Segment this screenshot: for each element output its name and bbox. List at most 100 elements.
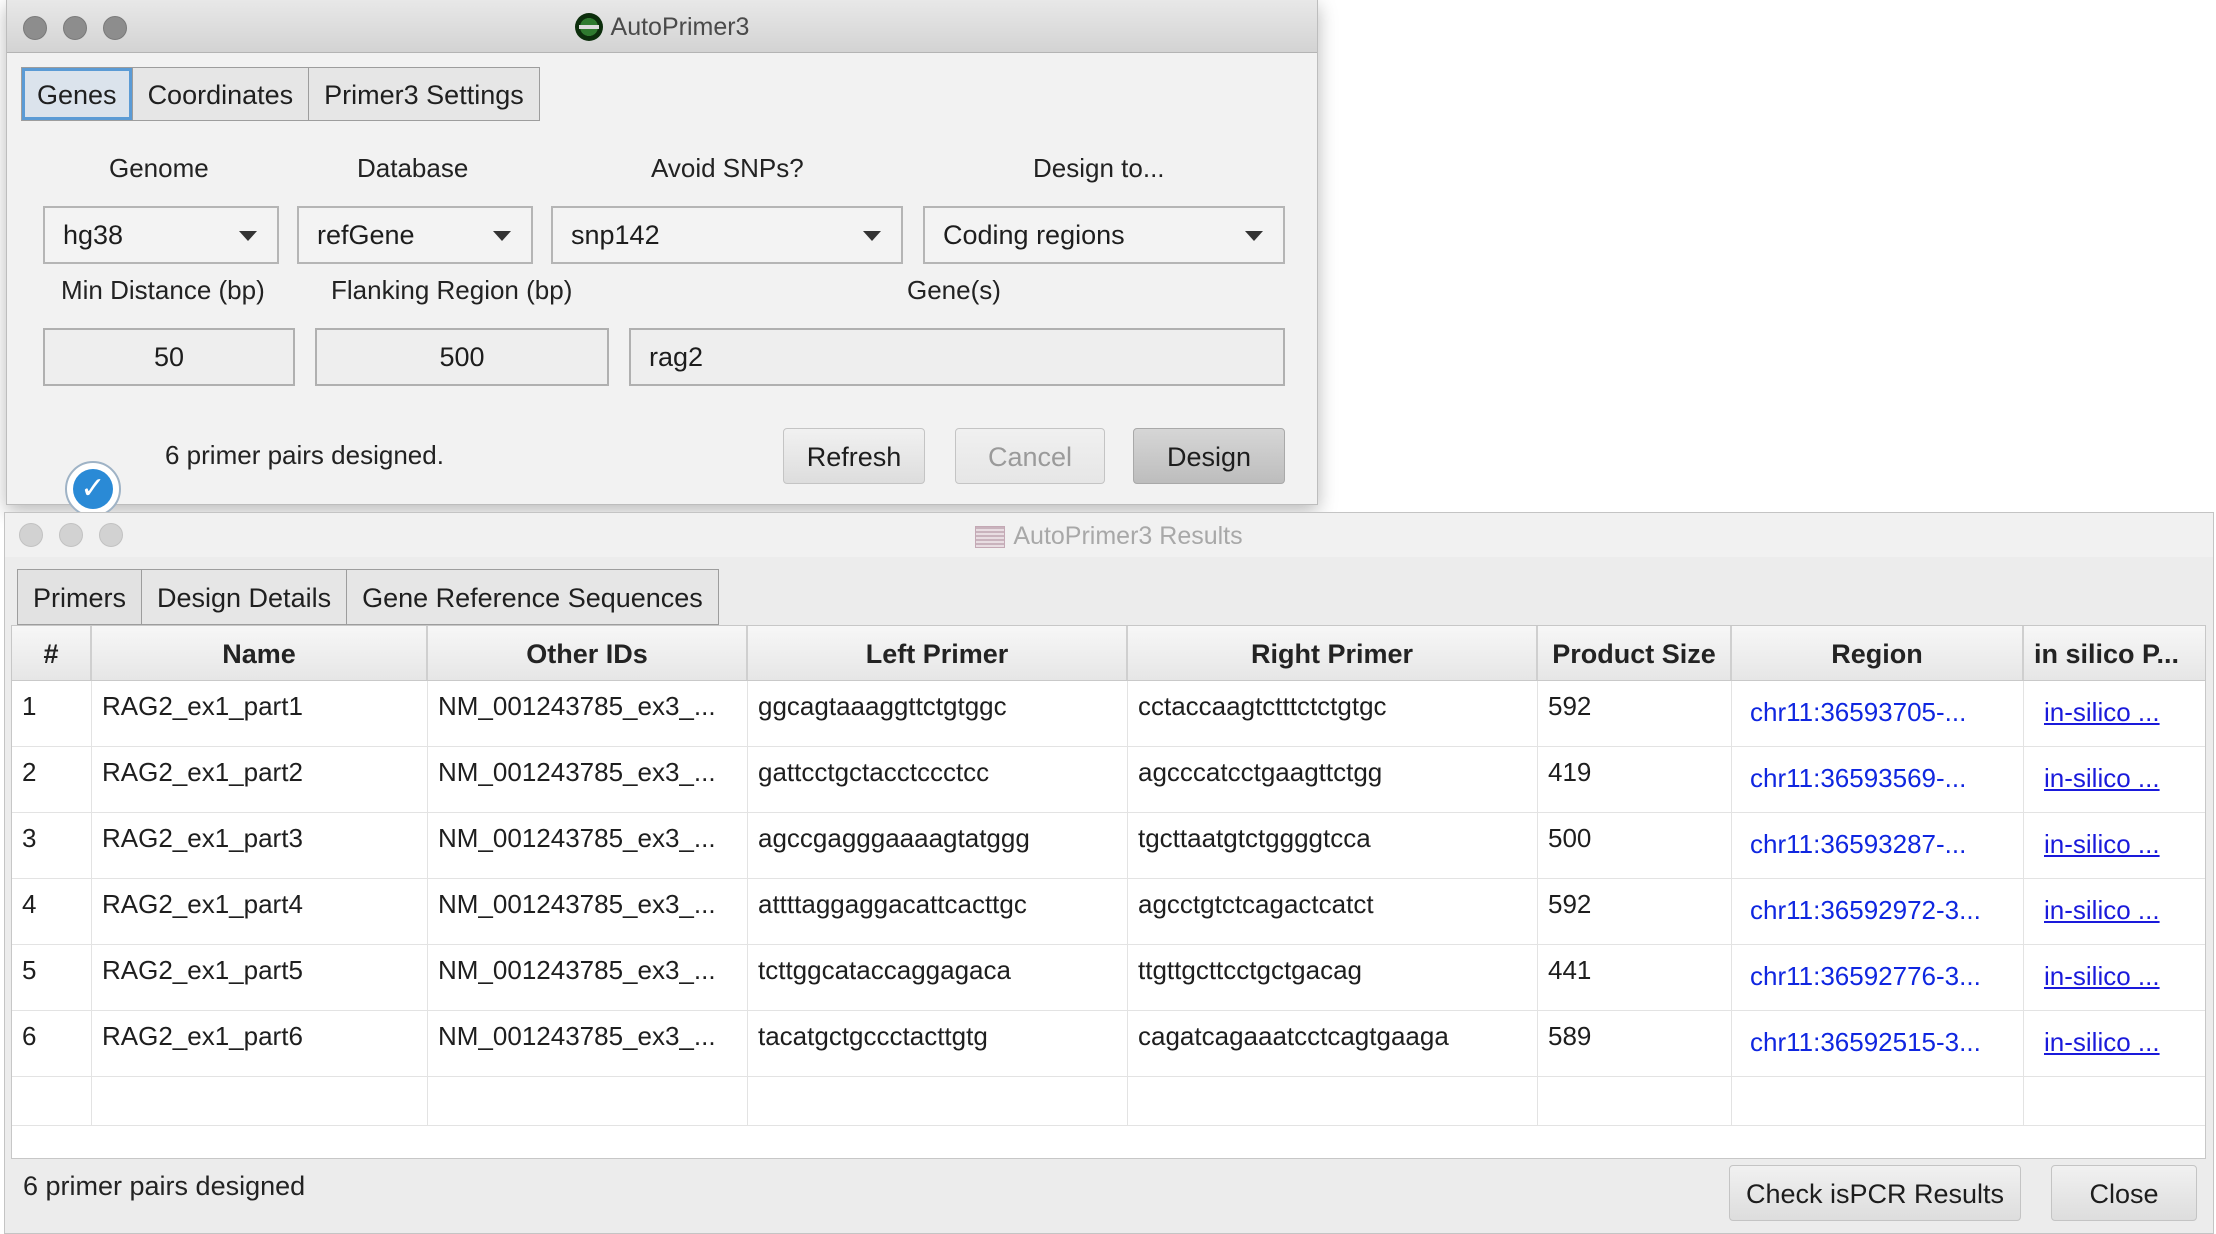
tab-gene-reference-sequences[interactable]: Gene Reference Sequences [347, 569, 719, 625]
tab-bar: Genes Coordinates Primer3 Settings [21, 67, 540, 121]
results-window: AutoPrimer3 Results Primers Design Detai… [4, 512, 2214, 1234]
status-indicator: ✓ [65, 461, 121, 517]
table-row[interactable]: 6 RAG2_ex1_part6 NM_001243785_ex3_... tacat… [12, 1011, 2205, 1077]
column-header-name[interactable]: Name [92, 626, 428, 680]
column-header-right-primer[interactable]: Right Primer [1128, 626, 1538, 680]
cell-product-size: 592 [1538, 681, 1732, 747]
check-ispcr-results-button[interactable]: Check isPCR Results [1729, 1165, 2021, 1221]
checkmark-icon: ✓ [73, 469, 113, 509]
window-title: AutoPrimer3 [7, 0, 1317, 52]
window-body: Genes Coordinates Primer3 Settings Genom… [7, 53, 1317, 517]
cell-product-size: 419 [1538, 747, 1732, 813]
cell-right-primer: cctaccaagtctttctctgtgc [1128, 681, 1538, 747]
avoid-snps-label: Avoid SNPs? [651, 153, 804, 183]
table-row[interactable]: 1 RAG2_ex1_part1 NM_001243785_ex3_... ggcag… [12, 681, 2205, 747]
min-distance-label: Min Distance (bp) [61, 275, 265, 305]
cell-region-link[interactable]: chr11:36593569-... [1732, 747, 2024, 813]
cell-number: 6 [12, 1011, 92, 1077]
cell-name: RAG2_ex1_part5 [92, 945, 428, 1011]
column-header-other-ids[interactable]: Other IDs [428, 626, 748, 680]
cell-in-silico-link[interactable]: in-silico ... [2024, 747, 2205, 813]
column-header-left-primer[interactable]: Left Primer [748, 626, 1128, 680]
genome-select-value: hg38 [63, 220, 124, 250]
cell-product-size: 589 [1538, 1011, 1732, 1077]
tab-primer3-settings[interactable]: Primer3 Settings [309, 67, 540, 121]
cell-region-link[interactable]: chr11:36593287-... [1732, 813, 2024, 879]
cell-region-link[interactable]: chr11:36592515-3... [1732, 1011, 2024, 1077]
database-select[interactable]: refGene [297, 206, 533, 264]
cell-left-primer: gattcctgctacctccctcc [748, 747, 1128, 813]
table-row[interactable]: 5 RAG2_ex1_part5 NM_001243785_ex3_... tcttg… [12, 945, 2205, 1011]
cell-region-link[interactable]: chr11:36592972-3... [1732, 879, 2024, 945]
cell-name: RAG2_ex1_part6 [92, 1011, 428, 1077]
column-header-product-size[interactable]: Product Size [1538, 626, 1732, 680]
genome-select[interactable]: hg38 [43, 206, 279, 264]
autoprimer3-window: AutoPrimer3 Genes Coordinates Primer3 Se… [6, 0, 1318, 517]
snp-select-value: snp142 [571, 220, 660, 250]
empty-cell [748, 1076, 1128, 1126]
window-title-text: AutoPrimer3 [610, 13, 750, 41]
cell-other-ids: NM_001243785_ex3_... [428, 681, 748, 747]
genes-input[interactable]: rag2 [629, 328, 1285, 386]
results-tab-bar: Primers Design Details Gene Reference Se… [17, 569, 719, 625]
cancel-button[interactable]: Cancel [955, 428, 1105, 484]
cell-right-primer: agcctgtctcagactcatct [1128, 879, 1538, 945]
cell-right-primer: agcccatcctgaagttctgg [1128, 747, 1538, 813]
primers-table: # Name Other IDs Left Primer Right Prime… [11, 625, 2206, 1159]
genes-label: Gene(s) [907, 275, 1001, 305]
cell-left-primer: tacatgctgccctacttgtg [748, 1011, 1128, 1077]
cell-product-size: 592 [1538, 879, 1732, 945]
tab-design-details[interactable]: Design Details [142, 569, 348, 625]
cell-region-link[interactable]: chr11:36592776-3... [1732, 945, 2024, 1011]
empty-cell [1538, 1076, 1732, 1126]
cell-name: RAG2_ex1_part3 [92, 813, 428, 879]
tab-coordinates[interactable]: Coordinates [132, 67, 310, 121]
chevron-down-icon [863, 231, 881, 241]
flanking-region-input[interactable]: 500 [315, 328, 609, 386]
column-header-number[interactable]: # [12, 626, 92, 680]
cell-number: 4 [12, 879, 92, 945]
cell-number: 1 [12, 681, 92, 747]
empty-cell [92, 1076, 428, 1126]
autoprimer3-app-icon [574, 13, 603, 41]
design-button[interactable]: Design [1133, 428, 1285, 484]
cell-number: 5 [12, 945, 92, 1011]
cell-product-size: 500 [1538, 813, 1732, 879]
cell-in-silico-link[interactable]: in-silico ... [2024, 1011, 2205, 1077]
results-status-text: 6 primer pairs designed [23, 1171, 306, 1201]
empty-cell [12, 1076, 92, 1126]
table-row[interactable]: 3 RAG2_ex1_part3 NM_001243785_ex3_... agccg… [12, 813, 2205, 879]
results-title-bar: AutoPrimer3 Results [5, 513, 2213, 557]
table-row[interactable]: 4 RAG2_ex1_part4 NM_001243785_ex3_... atttt… [12, 879, 2205, 945]
min-distance-input[interactable]: 50 [43, 328, 295, 386]
cell-left-primer: ggcagtaaaggttctgtggc [748, 681, 1128, 747]
cell-name: RAG2_ex1_part2 [92, 747, 428, 813]
refresh-button[interactable]: Refresh [783, 428, 925, 484]
tab-primers[interactable]: Primers [17, 569, 142, 625]
empty-cell [1128, 1076, 1538, 1126]
table-row[interactable]: 2 RAG2_ex1_part2 NM_001243785_ex3_... gattc… [12, 747, 2205, 813]
results-window-title: AutoPrimer3 Results [5, 513, 2213, 557]
column-header-region[interactable]: Region [1732, 626, 2024, 680]
cell-region-link[interactable]: chr11:36593705-... [1732, 681, 2024, 747]
design-to-select[interactable]: Coding regions [923, 206, 1285, 264]
snp-select[interactable]: snp142 [551, 206, 903, 264]
design-to-select-value: Coding regions [943, 220, 1125, 250]
cell-right-primer: cagatcagaaatcctcagtgaaga [1128, 1011, 1538, 1077]
cell-in-silico-link[interactable]: in-silico ... [2024, 945, 2205, 1011]
tab-genes[interactable]: Genes [21, 67, 133, 121]
cell-in-silico-link[interactable]: in-silico ... [2024, 879, 2205, 945]
cell-left-primer: attttaggaggacattcacttgc [748, 879, 1128, 945]
cell-in-silico-link[interactable]: in-silico ... [2024, 681, 2205, 747]
close-button[interactable]: Close [2051, 1165, 2197, 1221]
cell-name: RAG2_ex1_part4 [92, 879, 428, 945]
cell-in-silico-link[interactable]: in-silico ... [2024, 813, 2205, 879]
empty-cell [1732, 1076, 2024, 1126]
cell-left-primer: tcttggcataccaggagaca [748, 945, 1128, 1011]
cell-number: 2 [12, 747, 92, 813]
title-bar: AutoPrimer3 [7, 0, 1317, 53]
table-header: # Name Other IDs Left Primer Right Prime… [12, 626, 2205, 681]
chevron-down-icon [239, 231, 257, 241]
column-header-in-silico-pcr[interactable]: in silico P... [2024, 626, 2205, 680]
cell-other-ids: NM_001243785_ex3_... [428, 813, 748, 879]
